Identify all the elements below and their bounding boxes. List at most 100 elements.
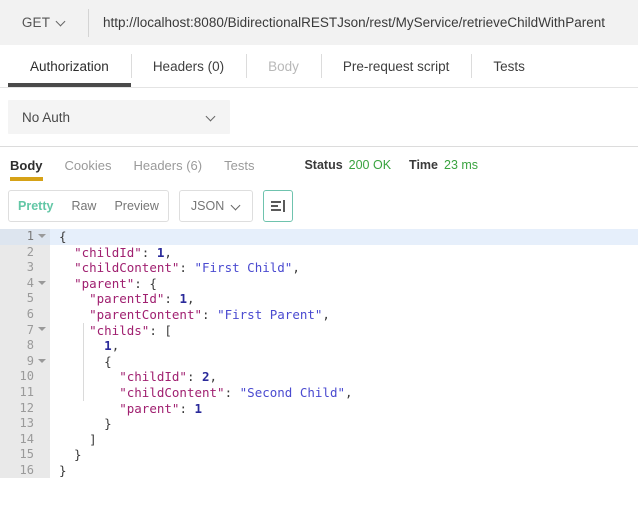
code-line: 7 "childs": [ [0, 322, 638, 339]
line-number-gutter: 5 [0, 291, 50, 307]
line-number: 9 [26, 353, 34, 368]
view-mode-pretty[interactable]: Pretty [9, 191, 62, 221]
json-token-pun [59, 323, 89, 338]
json-token-pun: : [179, 400, 195, 416]
code-line-text: } [50, 447, 638, 463]
request-tab-headers-0[interactable]: Headers (0) [130, 45, 246, 87]
code-line-text: } [50, 463, 638, 478]
json-token-key: "childId" [74, 244, 142, 260]
request-tab-pre-request-script[interactable]: Pre-request script [320, 45, 472, 87]
line-number: 14 [19, 431, 34, 446]
fold-toggle-icon[interactable] [38, 326, 46, 334]
line-number-gutter: 7 [0, 322, 50, 339]
request-tab-label: Pre-request script [342, 58, 450, 74]
response-tab-label: Tests [224, 157, 255, 173]
json-token-pun: : [179, 260, 195, 276]
view-mode-raw[interactable]: Raw [62, 191, 105, 221]
json-token-pun [59, 401, 119, 416]
fold-toggle-icon[interactable] [38, 280, 46, 288]
line-number: 15 [19, 447, 34, 462]
json-token-str: "First Child" [194, 260, 293, 276]
code-line: 8 1, [0, 338, 638, 354]
response-meta: Status 200 OK Time 23 ms [304, 158, 496, 172]
json-token-pun: : [ [149, 322, 172, 338]
json-token-num: 1 [179, 291, 187, 307]
json-token-pun: , [322, 306, 330, 322]
response-tab-cookies[interactable]: Cookies [65, 147, 112, 183]
line-number: 1 [26, 229, 34, 243]
code-line-text: "childId": 2, [50, 369, 638, 385]
auth-type-select[interactable]: No Auth [8, 100, 230, 134]
line-number-gutter: 8 [0, 338, 50, 354]
authorization-panel: No Auth [0, 88, 638, 146]
code-line: 11 "childContent": "Second Child", [0, 384, 638, 401]
json-token-key: "childContent" [119, 384, 225, 400]
request-tab-label: Authorization [30, 58, 109, 74]
auth-type-label: No Auth [22, 109, 71, 125]
line-number-gutter: 3 [0, 260, 50, 276]
code-line-text: "childId": 1, [50, 245, 638, 261]
json-token-pun: : [224, 384, 240, 400]
code-line: 14 ] [0, 431, 638, 448]
request-tab-tests[interactable]: Tests [471, 45, 547, 87]
json-token-pun: , [292, 260, 300, 276]
fold-toggle-icon[interactable] [38, 358, 46, 366]
indent-guide [83, 323, 84, 401]
time-label: Time [409, 158, 438, 172]
code-line-text: } [50, 416, 638, 432]
status-value: 200 OK [348, 158, 392, 172]
response-body-code[interactable]: 1{2 "childId": 1, 3 "childContent": "Firs… [0, 229, 638, 478]
line-number-gutter: 15 [0, 447, 50, 463]
json-token-str: "Second Child" [239, 384, 345, 400]
view-mode-preview[interactable]: Preview [105, 191, 167, 221]
url-input[interactable]: http://localhost:8080/BidirectionalRESTJ… [89, 15, 638, 30]
code-line-text: { [50, 354, 638, 370]
json-token-key: "childId" [119, 369, 187, 385]
line-number-gutter: 6 [0, 306, 50, 323]
response-tab-body[interactable]: Body [10, 147, 43, 183]
response-tab-headers-6[interactable]: Headers (6) [133, 147, 202, 183]
json-token-pun: , [209, 369, 218, 385]
json-token-num: 2 [202, 369, 210, 385]
json-token-pun: : { [134, 275, 157, 291]
json-token-pun: , [164, 244, 172, 260]
code-line-text: "childContent": "Second Child", [50, 385, 638, 401]
json-token-key: "parent" [119, 400, 180, 416]
response-tab-label: Headers (6) [133, 157, 203, 173]
wrap-lines-button[interactable] [263, 190, 294, 222]
request-tab-label: Tests [493, 58, 525, 74]
json-token-pun [59, 338, 104, 353]
json-token-pun: : [202, 306, 218, 322]
line-number-gutter: 11 [0, 384, 50, 401]
code-line: 12 "parent": 1 [0, 400, 638, 417]
code-line: 13 } [0, 416, 638, 432]
request-tab-authorization[interactable]: Authorization [8, 45, 131, 87]
chevron-down-icon [232, 202, 241, 211]
http-method-selector[interactable]: GET [0, 0, 88, 45]
fold-toggle-icon[interactable] [38, 233, 46, 241]
code-line-text: "childContent": "First Child", [50, 260, 638, 276]
code-line: 6 "parentContent": "First Parent", [0, 306, 638, 323]
code-line-text: "parentContent": "First Parent", [50, 307, 638, 323]
wrap-lines-icon [271, 200, 286, 212]
json-token-str: "First Parent" [217, 306, 323, 322]
chevron-down-icon [57, 18, 66, 27]
language-select[interactable]: JSON [178, 190, 254, 222]
status-label: Status [304, 158, 343, 172]
line-number: 4 [26, 275, 34, 290]
line-number: 13 [19, 416, 34, 431]
code-line-text: 1, [50, 338, 638, 354]
response-tab-tests[interactable]: Tests [224, 147, 254, 183]
time-value: 23 ms [444, 158, 479, 172]
line-number-gutter: 14 [0, 431, 50, 448]
json-token-key: "parent" [74, 275, 135, 291]
code-line: 2 "childId": 1, [0, 244, 638, 261]
request-tab-bar: Authorization Headers (0) Body Pre-request … [0, 45, 638, 87]
chevron-down-icon [207, 113, 216, 122]
